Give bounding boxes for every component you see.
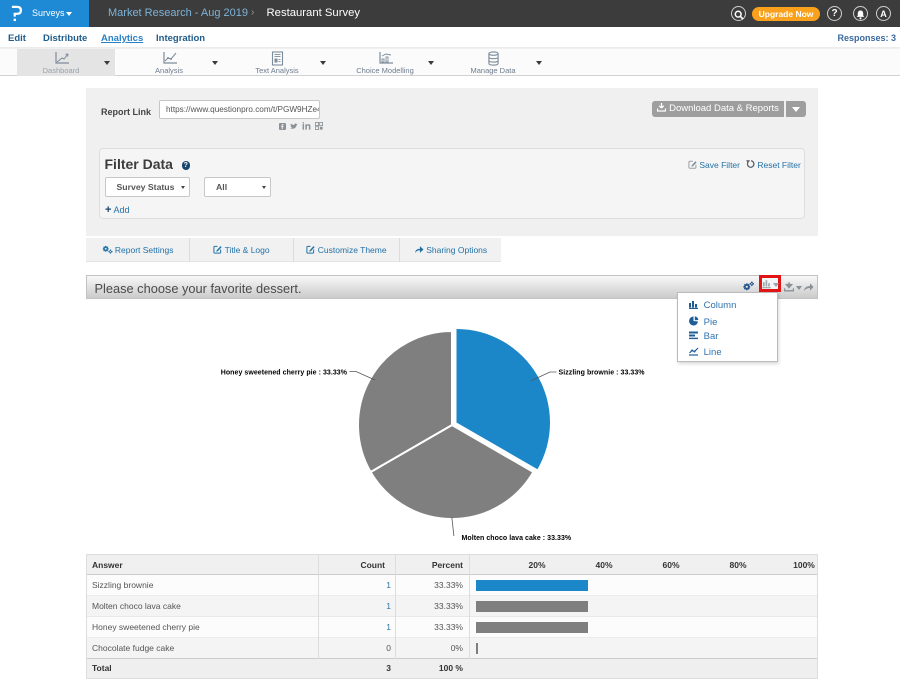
svg-text:Molten choco lava cake : 33.33: Molten choco lava cake : 33.33% xyxy=(462,535,572,542)
svg-text:Sizzling brownie : 33.33%: Sizzling brownie : 33.33% xyxy=(559,370,646,377)
svg-text:Honey sweetened cherry pie : 3: Honey sweetened cherry pie : 33.33% xyxy=(221,370,348,377)
